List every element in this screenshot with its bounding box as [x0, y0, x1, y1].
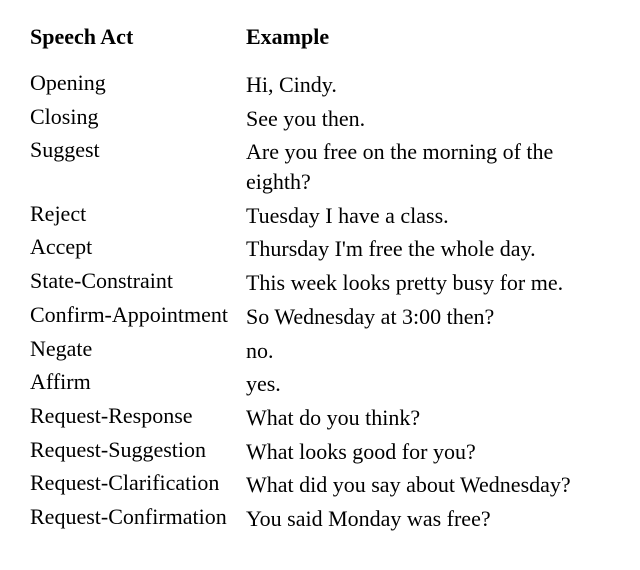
- speech-act-label: Request-Confirmation: [30, 502, 246, 536]
- speech-act-label: Request-Clarification: [30, 468, 246, 502]
- speech-act-example: yes.: [246, 367, 610, 401]
- speech-act-example: Are you free on the morning of the eight…: [246, 135, 610, 198]
- table-row: Request-Response What do you think?: [30, 401, 610, 435]
- table-row: Negate no.: [30, 334, 610, 368]
- header-example: Example: [246, 20, 610, 68]
- speech-act-label: Request-Response: [30, 401, 246, 435]
- table-row: Reject Tuesday I have a class.: [30, 199, 610, 233]
- speech-act-label: Reject: [30, 199, 246, 233]
- speech-act-label: Closing: [30, 102, 246, 136]
- speech-act-label: Opening: [30, 68, 246, 102]
- table-row: Opening Hi, Cindy.: [30, 68, 610, 102]
- table-row: Suggest Are you free on the morning of t…: [30, 135, 610, 198]
- speech-act-example: What did you say about Wednesday?: [246, 468, 610, 502]
- speech-act-label: Request-Suggestion: [30, 435, 246, 469]
- header-speech-act: Speech Act: [30, 20, 246, 68]
- speech-act-label: Suggest: [30, 135, 246, 198]
- speech-act-label: Negate: [30, 334, 246, 368]
- speech-act-example: This week looks pretty busy for me.: [246, 266, 610, 300]
- speech-act-example: See you then.: [246, 102, 610, 136]
- speech-act-label: Confirm-Appointment: [30, 300, 246, 334]
- table-row: Request-Suggestion What looks good for y…: [30, 435, 610, 469]
- speech-act-example: So Wednesday at 3:00 then?: [246, 300, 610, 334]
- table-row: Accept Thursday I'm free the whole day.: [30, 232, 610, 266]
- speech-act-example: Tuesday I have a class.: [246, 199, 610, 233]
- speech-act-example: What do you think?: [246, 401, 610, 435]
- speech-act-example: Hi, Cindy.: [246, 68, 610, 102]
- speech-act-label: Accept: [30, 232, 246, 266]
- speech-act-example: no.: [246, 334, 610, 368]
- table-row: Affirm yes.: [30, 367, 610, 401]
- table-header-row: Speech Act Example: [30, 20, 610, 68]
- table-row: Closing See you then.: [30, 102, 610, 136]
- speech-act-example: What looks good for you?: [246, 435, 610, 469]
- table-row: Confirm-Appointment So Wednesday at 3:00…: [30, 300, 610, 334]
- speech-act-label: State-Constraint: [30, 266, 246, 300]
- table-row: Request-Confirmation You said Monday was…: [30, 502, 610, 536]
- speech-act-example: Thursday I'm free the whole day.: [246, 232, 610, 266]
- table-row: State-Constraint This week looks pretty …: [30, 266, 610, 300]
- table-row: Request-Clarification What did you say a…: [30, 468, 610, 502]
- speech-act-label: Affirm: [30, 367, 246, 401]
- speech-act-example: You said Monday was free?: [246, 502, 610, 536]
- speech-act-table: Speech Act Example Opening Hi, Cindy. Cl…: [30, 20, 610, 536]
